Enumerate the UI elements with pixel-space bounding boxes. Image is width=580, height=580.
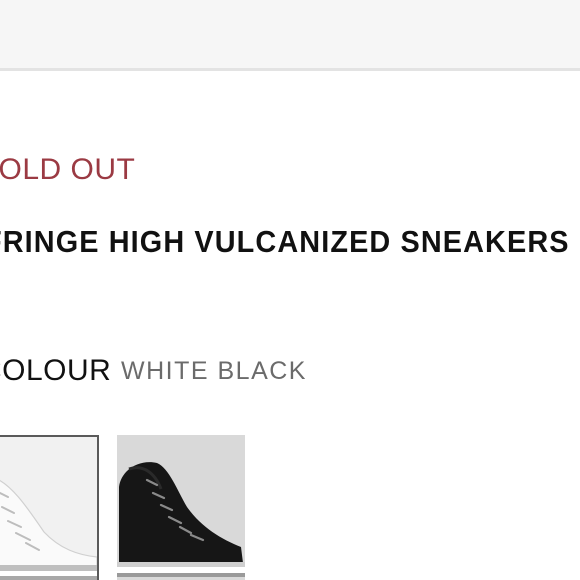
swatch-black-sneaker[interactable] [117,435,245,580]
sold-out-badge: SOLD OUT [0,153,136,186]
product-page: SOLD OUT FRINGE HIGH VULCANIZED SNEAKERS… [0,0,580,580]
product-title: FRINGE HIGH VULCANIZED SNEAKERS [0,224,570,259]
swatch-white-sneaker[interactable] [0,435,99,580]
colour-value: WHITE BLACK [121,357,307,385]
top-bar [0,0,580,71]
white-sneaker-image [0,437,97,580]
colour-label: COLOUR [0,354,112,387]
black-sneaker-image [117,435,245,580]
